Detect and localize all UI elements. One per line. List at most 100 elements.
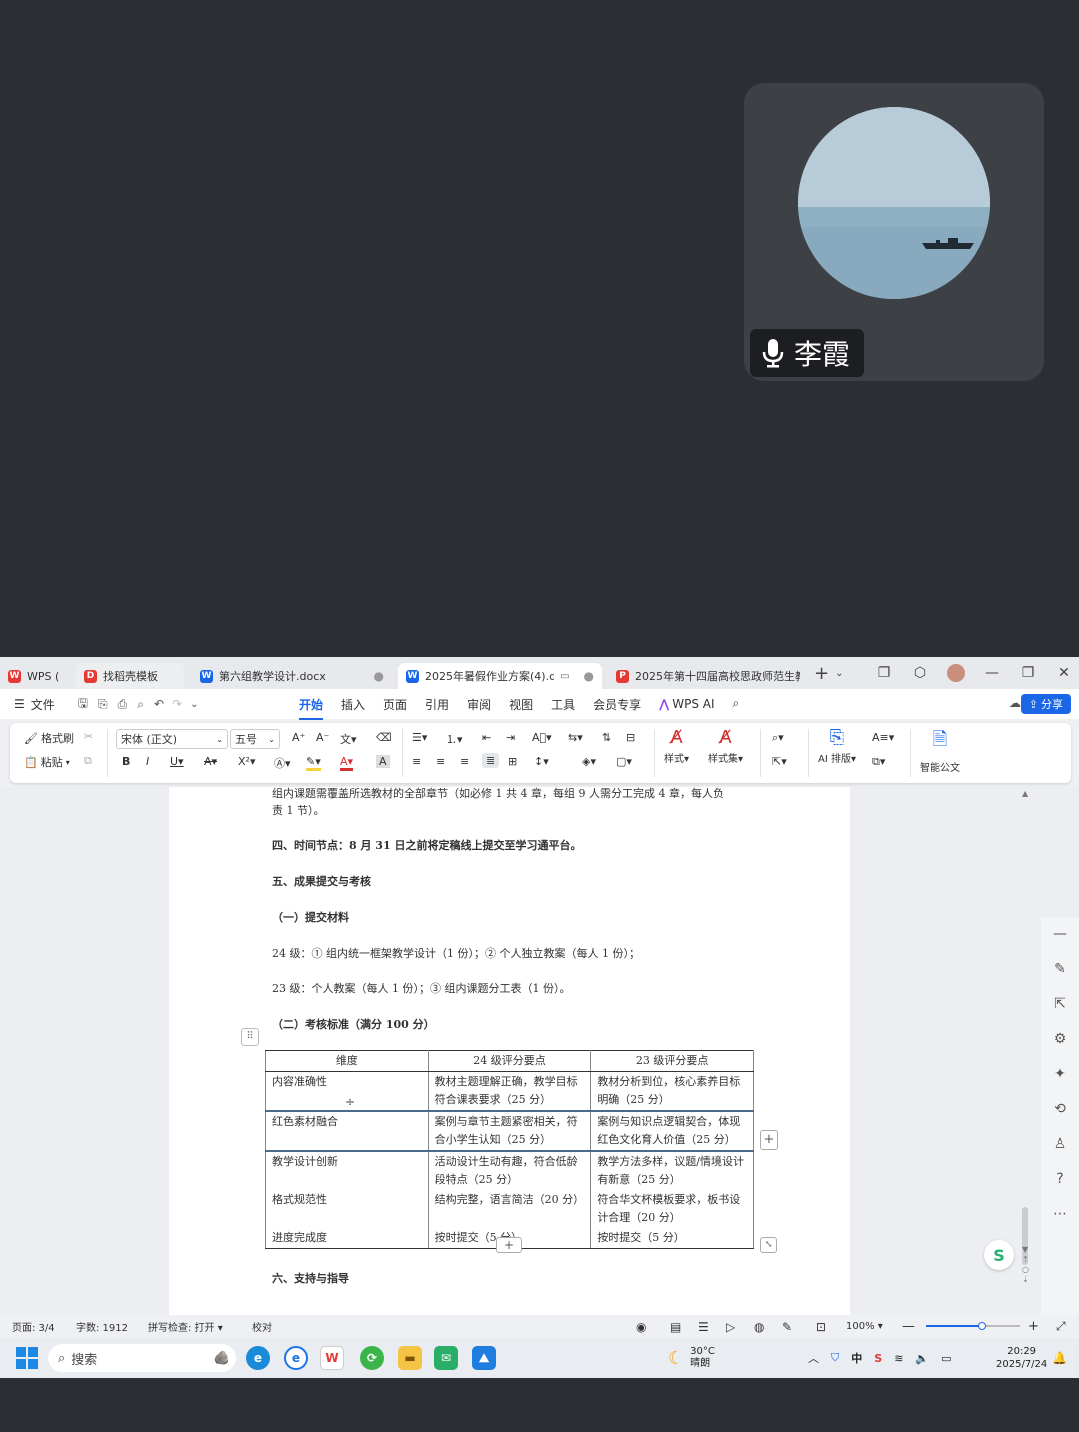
clear-format-icon[interactable]: ⌫ bbox=[376, 731, 392, 744]
distributed-icon[interactable]: ⊞ bbox=[508, 755, 517, 768]
font-size-select[interactable]: 五号 ⌄ bbox=[230, 729, 280, 749]
redo-icon[interactable]: ↷ bbox=[172, 697, 182, 711]
word-count[interactable]: 字数: 1912 bbox=[76, 1319, 128, 1334]
hamburger-icon[interactable]: ☰ bbox=[0, 697, 31, 711]
wifi-icon[interactable]: ≋ bbox=[894, 1352, 903, 1365]
sogou-ime-icon[interactable]: S bbox=[874, 1352, 882, 1365]
fullscreen-icon[interactable]: ⤢ bbox=[1056, 1319, 1066, 1334]
shrink-font-icon[interactable]: A⁻ bbox=[316, 731, 329, 744]
video-tile[interactable]: 李霞 bbox=[744, 83, 1044, 381]
proofread-button[interactable]: 校对 bbox=[252, 1319, 272, 1334]
page-indicator[interactable]: 页面: 3/4 bbox=[12, 1319, 55, 1334]
pen-icon[interactable]: ✎ bbox=[1054, 952, 1066, 987]
document-page[interactable]: 组内课题需覆盖所选教材的全部章节（如必修 1 共 4 章，每组 9 人需分工完成… bbox=[169, 787, 850, 1315]
smart-doc-button[interactable]: 🗎 智能公文 bbox=[920, 727, 960, 774]
zoom-slider[interactable] bbox=[926, 1322, 1020, 1330]
align-center-icon[interactable]: ≡ bbox=[436, 755, 445, 768]
table-move-handle-icon[interactable]: ⠿ bbox=[241, 1028, 259, 1046]
adjust-icon[interactable]: ⚙ bbox=[1054, 1022, 1067, 1057]
restore-icon[interactable]: ❐ bbox=[1013, 665, 1043, 681]
menu-wps-ai[interactable]: ⋀ WPS AI bbox=[650, 696, 723, 713]
translate-icon[interactable]: ⟲ bbox=[1054, 1092, 1066, 1127]
shapes-icon[interactable]: ⧉▾ bbox=[872, 755, 885, 769]
italic-icon[interactable]: I bbox=[146, 755, 149, 768]
browser-icon[interactable]: e bbox=[284, 1346, 308, 1370]
cube-icon[interactable]: ⬡ bbox=[905, 665, 935, 681]
zoom-level[interactable]: 100% ▾ bbox=[846, 1321, 883, 1332]
page-view-icon[interactable]: ▤ bbox=[670, 1320, 681, 1334]
show-hidden-icons-chevron-icon[interactable]: ︿ bbox=[808, 1350, 819, 1366]
bullet-list-icon[interactable]: ☰▾ bbox=[412, 731, 427, 744]
zoom-slider-thumb[interactable] bbox=[978, 1322, 987, 1330]
fit-page-icon[interactable]: ⊡ bbox=[816, 1320, 826, 1334]
export-icon[interactable]: ⎘ bbox=[98, 697, 108, 712]
find-icon[interactable]: ⌕▾ bbox=[772, 731, 784, 745]
cut-icon[interactable]: ✂ bbox=[84, 730, 93, 743]
search-icon[interactable]: ⌕ bbox=[724, 696, 749, 713]
menu-page[interactable]: 页面 bbox=[374, 696, 416, 713]
grow-font-icon[interactable]: A⁺ bbox=[292, 731, 305, 744]
user-avatar[interactable] bbox=[941, 664, 971, 682]
align-left-icon[interactable]: ≡ bbox=[412, 755, 421, 768]
wps-assistant-icon[interactable]: S bbox=[984, 1240, 1014, 1270]
menu-references[interactable]: 引用 bbox=[416, 696, 458, 713]
styles-button[interactable]: A̸ 样式▾ bbox=[664, 727, 689, 765]
wps-taskbar-icon[interactable]: W bbox=[320, 1346, 344, 1370]
tab-teaching-competition[interactable]: P 2025年第十四届高校思政师范生教学 bbox=[608, 663, 808, 689]
increase-indent-icon[interactable]: ⇥ bbox=[506, 731, 515, 744]
scroll-up-icon[interactable]: ▲ bbox=[1022, 789, 1028, 798]
menu-member[interactable]: 会员专享 bbox=[584, 696, 650, 713]
new-tab-icon[interactable]: + bbox=[814, 663, 829, 684]
microphone-icon[interactable] bbox=[762, 338, 784, 368]
tab-summer-homework-plan[interactable]: W 2025年暑假作业方案(4).doc ▭ ● bbox=[398, 663, 602, 689]
show-marks-icon[interactable]: ⊟ bbox=[626, 731, 635, 744]
pointer-icon[interactable]: ⇱ bbox=[1054, 987, 1066, 1022]
print-preview-icon[interactable]: ⌕ bbox=[137, 697, 144, 712]
copy-icon[interactable]: ⧉ bbox=[84, 754, 92, 768]
numbered-list-icon[interactable]: ⒈▾ bbox=[446, 731, 463, 747]
text-effect-icon[interactable]: Ⓐ▾ bbox=[274, 755, 291, 771]
phonetic-guide-icon[interactable]: 文▾ bbox=[340, 731, 357, 747]
web-view-icon[interactable]: ◍ bbox=[754, 1320, 764, 1334]
text-direction-icon[interactable]: ⇆▾ bbox=[568, 731, 583, 744]
tab-list-chevron-icon[interactable]: ⌄ bbox=[835, 668, 843, 679]
scoring-table[interactable]: 维度 24 级评分要点 23 级评分要点 内容准确性 教材主题理解正确，教学目标… bbox=[265, 1050, 754, 1249]
battery-icon[interactable]: ▭ bbox=[941, 1352, 951, 1365]
undo-icon[interactable]: ↶ bbox=[154, 697, 164, 711]
tab-wps-home[interactable]: W WPS ( bbox=[0, 663, 76, 689]
borders-icon[interactable]: ▢▾ bbox=[616, 755, 632, 768]
meeting-app-icon[interactable]: ⛰ bbox=[472, 1346, 496, 1370]
write-mode-icon[interactable]: ✎ bbox=[782, 1320, 792, 1334]
zoom-out-icon[interactable]: — bbox=[902, 1319, 915, 1334]
bold-icon[interactable]: B bbox=[122, 755, 130, 768]
ime-indicator[interactable]: 中 bbox=[851, 1350, 862, 1366]
more-icon[interactable]: ⋯ bbox=[1053, 1197, 1067, 1232]
taskbar-search[interactable]: ⌕ 搜索 🪨 bbox=[48, 1344, 236, 1372]
more-chevron-icon[interactable]: ⌄ bbox=[190, 699, 198, 710]
paste-button[interactable]: 📋 粘贴 ▾ bbox=[24, 754, 70, 770]
add-column-icon[interactable]: + bbox=[760, 1130, 778, 1150]
decrease-indent-icon[interactable]: ⇤ bbox=[482, 731, 491, 744]
ai-layout-button[interactable]: ⎘ AI 排版▾ bbox=[818, 727, 856, 765]
play-icon[interactable]: ▷ bbox=[726, 1320, 735, 1334]
style-set-button[interactable]: A̸ 样式集▾ bbox=[708, 727, 743, 765]
security-shield-icon[interactable]: ⛉ bbox=[831, 1351, 839, 1365]
chinese-layout-icon[interactable]: A⃝▾ bbox=[532, 731, 552, 744]
wechat-icon[interactable]: ✉ bbox=[434, 1346, 458, 1370]
help-icon[interactable]: ? bbox=[1056, 1162, 1063, 1197]
share-button[interactable]: ⇪ 分享 bbox=[1020, 694, 1071, 714]
table-resize-handle-icon[interactable]: ⤡ bbox=[760, 1237, 777, 1253]
spell-check-toggle[interactable]: 拼写检查: 打开 ▾ bbox=[148, 1319, 223, 1334]
menu-tools[interactable]: 工具 bbox=[542, 696, 584, 713]
sort-icon[interactable]: ⇅ bbox=[602, 731, 611, 744]
weather-widget[interactable]: ☾ 30°C 晴朗 bbox=[668, 1338, 715, 1378]
close-icon[interactable]: ✕ bbox=[1049, 665, 1079, 681]
notification-bell-icon[interactable]: 🔔 bbox=[1052, 1338, 1067, 1378]
text-tools-icon[interactable]: A≡▾ bbox=[872, 731, 894, 744]
print-icon[interactable]: ⎙ bbox=[118, 697, 128, 712]
shading-icon[interactable]: ◈▾ bbox=[582, 755, 596, 768]
font-name-select[interactable]: 宋体 (正文) ⌄ bbox=[116, 729, 228, 749]
eye-protection-icon[interactable]: ◉ bbox=[636, 1320, 646, 1334]
windows-start-icon[interactable] bbox=[16, 1347, 38, 1373]
menu-home[interactable]: 开始 bbox=[290, 696, 332, 720]
